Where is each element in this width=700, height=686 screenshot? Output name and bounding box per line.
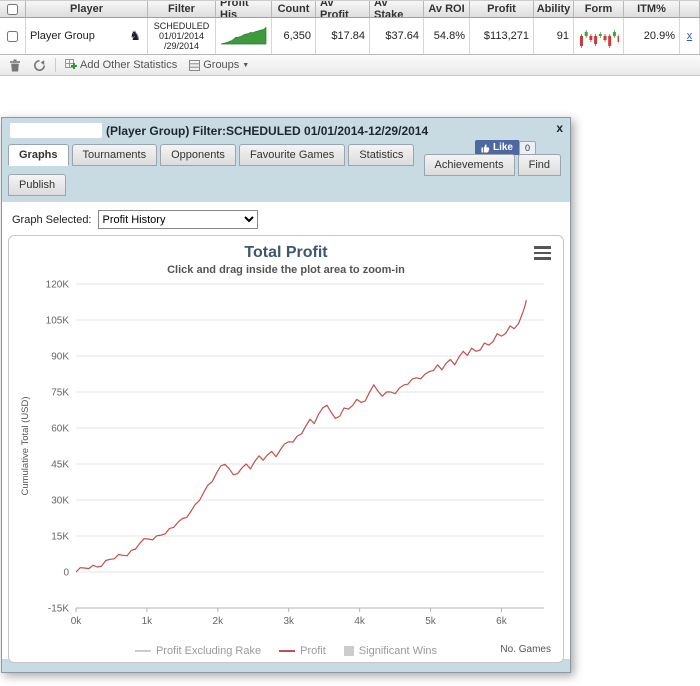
tab-opponents[interactable]: Opponents xyxy=(160,144,236,166)
facebook-like-widget: Like 0 xyxy=(474,140,536,155)
dialog-close-button[interactable]: x xyxy=(556,121,563,135)
tab-tournaments[interactable]: Tournaments xyxy=(71,144,158,166)
thumbs-up-icon xyxy=(481,143,490,152)
tab-find[interactable]: Find xyxy=(517,154,561,176)
col-count: Count xyxy=(272,1,316,18)
av-stake-value: $37.64 xyxy=(370,18,424,54)
delete-button[interactable] xyxy=(6,58,24,73)
svg-text:15K: 15K xyxy=(51,532,69,543)
table-toolbar: Add Other Statistics Groups ▼ xyxy=(0,55,700,76)
tab-statistics[interactable]: Statistics xyxy=(348,144,415,166)
svg-text:30K: 30K xyxy=(51,496,69,507)
svg-text:105K: 105K xyxy=(46,316,70,327)
player-name: Player Group xyxy=(30,30,95,42)
groups-icon xyxy=(189,59,201,71)
dialog-header: (Player Group) Filter:SCHEDULED 01/01/20… xyxy=(2,118,570,155)
svg-text:1k: 1k xyxy=(142,616,154,627)
svg-text:6k: 6k xyxy=(496,616,508,627)
col-itm: ITM% xyxy=(624,1,680,18)
profit-chart[interactable]: -15K 0 15K 30K 45K 60K 75K 90K 105K 120K 0k 1k 2k 3k 4… xyxy=(16,278,556,638)
redacted-player-name xyxy=(10,123,102,138)
tab-publish[interactable]: Publish xyxy=(8,174,67,196)
col-close xyxy=(680,1,700,18)
col-profit: Profit xyxy=(470,1,534,18)
col-av-profit: Av Profit xyxy=(316,1,370,18)
toolbar-separator xyxy=(55,58,56,72)
itm-value: 20.9% xyxy=(624,18,680,54)
svg-text:0k: 0k xyxy=(71,616,83,627)
facebook-like-count: 0 xyxy=(518,140,536,155)
col-profit-his: Profit His xyxy=(216,1,272,18)
player-dialog: (Player Group) Filter:SCHEDULED 01/01/20… xyxy=(1,117,571,673)
chart-menu-icon[interactable] xyxy=(534,246,551,263)
add-statistics-icon xyxy=(65,59,77,69)
chart-legend: Profit Excluding Rake Profit Significant… xyxy=(9,643,563,659)
col-filter: Filter xyxy=(148,1,216,18)
col-player: Player xyxy=(26,1,148,18)
chart-panel: Total Profit Click and drag inside the p… xyxy=(8,235,564,663)
profit-value: $113,271 xyxy=(470,18,534,54)
svg-text:75K: 75K xyxy=(51,388,69,399)
dialog-title: (Player Group) Filter:SCHEDULED 01/01/20… xyxy=(106,123,429,138)
refresh-button[interactable] xyxy=(30,58,49,73)
facebook-like-button[interactable]: Like xyxy=(474,140,519,155)
chart-subtitle: Click and drag inside the plot area to z… xyxy=(167,264,405,276)
graph-type-select[interactable]: Profit History xyxy=(97,210,258,229)
legend-profit-excluding-rake[interactable]: Profit Excluding Rake xyxy=(134,645,261,657)
add-other-statistics-button[interactable]: Add Other Statistics xyxy=(62,58,180,72)
chart-title: Total Profit xyxy=(244,244,328,261)
legend-significant-wins[interactable]: Significant Wins xyxy=(343,645,437,657)
legend-profit[interactable]: Profit xyxy=(279,645,326,657)
xaxis-title: No. Games xyxy=(500,644,551,655)
av-profit-value: $17.84 xyxy=(316,18,370,54)
row-checkbox[interactable] xyxy=(7,30,18,42)
remove-row-link[interactable]: x xyxy=(687,30,693,42)
ability-value: 91 xyxy=(534,18,574,54)
player-group-icon: ♞ xyxy=(129,28,141,43)
groups-button[interactable]: Groups ▼ xyxy=(186,58,252,72)
refresh-icon xyxy=(34,59,45,71)
svg-text:45K: 45K xyxy=(51,460,69,471)
count-value: 6,350 xyxy=(272,18,316,54)
svg-text:4k: 4k xyxy=(354,616,366,627)
tab-favourite-games[interactable]: Favourite Games xyxy=(238,144,346,166)
graph-selected-label: Graph Selected: xyxy=(12,213,92,226)
trash-icon xyxy=(10,59,20,71)
svg-text:120K: 120K xyxy=(46,280,70,291)
select-all-checkbox[interactable] xyxy=(7,3,18,15)
svg-text:-15K: -15K xyxy=(48,604,69,615)
dialog-content: Graph Selected: Profit History Total Pro… xyxy=(2,202,570,663)
svg-text:Cumulative Total (USD): Cumulative Total (USD) xyxy=(20,396,31,495)
col-ability: Ability xyxy=(534,1,574,18)
svg-text:2k: 2k xyxy=(213,616,225,627)
tab-graphs[interactable]: Graphs xyxy=(8,144,69,166)
svg-text:60K: 60K xyxy=(51,424,69,435)
svg-text:3k: 3k xyxy=(283,616,295,627)
legend-box-swatch xyxy=(343,646,354,656)
results-table: Player Filter Profit His Count Av Profit… xyxy=(0,0,700,55)
profit-history-sparkline xyxy=(220,26,267,45)
table-header-row: Player Filter Profit His Count Av Profit… xyxy=(0,0,700,18)
col-form: Form xyxy=(574,1,624,18)
av-roi-value: 54.8% xyxy=(424,18,470,54)
svg-text:90K: 90K xyxy=(51,352,69,363)
svg-text:5k: 5k xyxy=(425,616,437,627)
filter-value: SCHEDULED 01/01/2014 /29/2014 xyxy=(148,18,216,54)
svg-text:0: 0 xyxy=(63,568,69,579)
legend-line-swatch xyxy=(134,650,151,652)
col-av-roi: Av ROI xyxy=(424,1,470,18)
legend-line-swatch xyxy=(279,650,296,652)
page: Player Filter Profit His Count Av Profit… xyxy=(0,0,700,686)
form-sparkline xyxy=(580,30,619,48)
groups-caret-icon: ▼ xyxy=(242,61,250,69)
table-row: Player Group ♞ SCHEDULED 01/01/2014 /29/… xyxy=(0,18,700,54)
tab-achievements[interactable]: Achievements xyxy=(423,154,515,176)
col-av-stake: Av Stake xyxy=(370,1,424,18)
